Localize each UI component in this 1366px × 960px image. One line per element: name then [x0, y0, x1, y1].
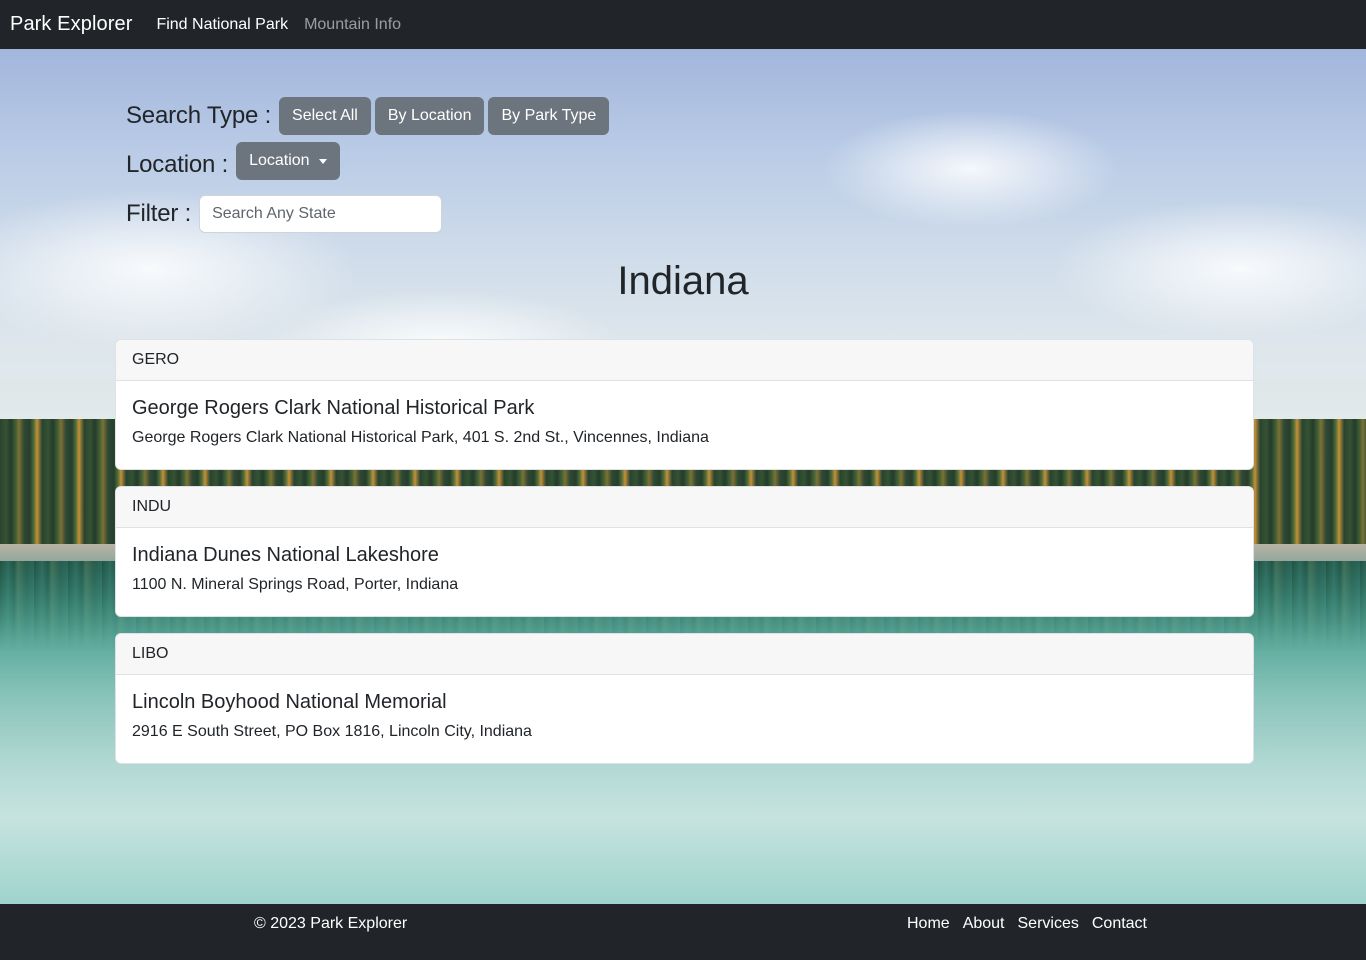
park-name: Lincoln Boyhood National Memorial	[132, 691, 447, 713]
park-card: LIBO Lincoln Boyhood National Memorial 2…	[115, 633, 1254, 764]
location-label: Location :	[126, 151, 229, 178]
footer-links: Home About Services Contact	[907, 915, 1160, 933]
park-address: 1100 N. Mineral Springs Road, Porter, In…	[132, 576, 459, 593]
by-location-button[interactable]: By Location	[374, 97, 485, 135]
state-search-input[interactable]	[199, 195, 443, 233]
top-navbar: Park Explorer Find National Park Mountai…	[0, 0, 1366, 49]
select-all-button[interactable]: Select All	[279, 97, 371, 135]
location-row: Location : Location	[126, 142, 344, 180]
filter-label: Filter :	[126, 200, 192, 227]
footer-link-home[interactable]: Home	[907, 915, 950, 933]
park-address: George Rogers Clark National Historical …	[132, 429, 709, 446]
state-heading: Indiana	[617, 259, 749, 303]
park-code: LIBO	[116, 634, 1253, 675]
location-dropdown-label: Location	[249, 152, 310, 169]
footer-link-about[interactable]: About	[963, 915, 1005, 933]
park-address: 2916 E South Street, PO Box 1816, Lincol…	[132, 723, 532, 740]
copyright-text: © 2023 Park Explorer	[254, 915, 408, 932]
nav-link-mountain-info[interactable]: Mountain Info	[304, 16, 401, 34]
park-card-body: Lincoln Boyhood National Memorial 2916 E…	[116, 675, 1253, 763]
park-card: INDU Indiana Dunes National Lakeshore 11…	[115, 486, 1254, 617]
caret-down-icon	[318, 158, 327, 164]
brand-link[interactable]: Park Explorer	[10, 13, 132, 36]
park-name: Indiana Dunes National Lakeshore	[132, 544, 439, 566]
footer: © 2023 Park Explorer Home About Services…	[0, 904, 1366, 960]
park-card-body: George Rogers Clark National Historical …	[116, 381, 1253, 469]
location-dropdown-button[interactable]: Location	[236, 142, 340, 180]
footer-link-contact[interactable]: Contact	[1092, 915, 1147, 933]
park-card-body: Indiana Dunes National Lakeshore 1100 N.…	[116, 528, 1253, 616]
nav-link-find-national-park[interactable]: Find National Park	[156, 16, 288, 34]
search-type-row: Search Type : Select All By Location By …	[126, 97, 613, 135]
footer-link-services[interactable]: Services	[1018, 915, 1079, 933]
park-code: INDU	[116, 487, 1253, 528]
park-card: GERO George Rogers Clark National Histor…	[115, 339, 1254, 470]
park-name: George Rogers Clark National Historical …	[132, 397, 535, 419]
by-park-type-button[interactable]: By Park Type	[488, 97, 610, 135]
search-type-label: Search Type :	[126, 102, 272, 129]
park-code: GERO	[116, 340, 1253, 381]
filter-row: Filter :	[126, 195, 443, 233]
